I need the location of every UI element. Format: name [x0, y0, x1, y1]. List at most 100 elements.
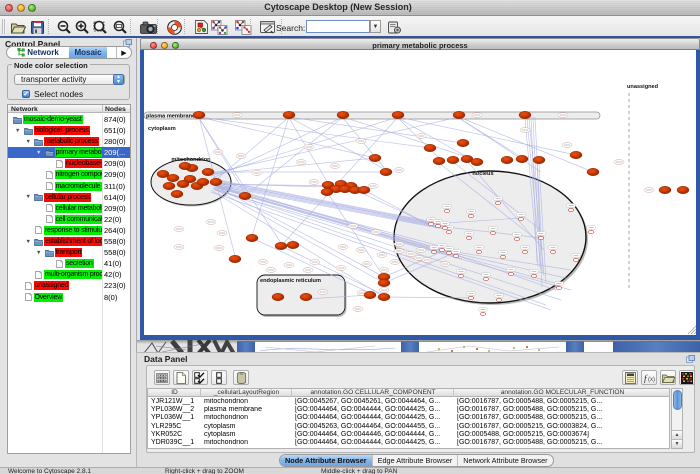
nucleus-mini-node[interactable] — [568, 208, 573, 211]
network-node[interactable] — [321, 188, 333, 195]
network-node[interactable] — [677, 186, 689, 193]
delete-attribute-button[interactable] — [233, 370, 249, 385]
network-canvas[interactable]: plasma membranecytoplasmnucleusmitochond… — [144, 50, 697, 335]
copy-network-view-button[interactable] — [210, 18, 228, 36]
nucleus-mini-node[interactable] — [490, 231, 495, 234]
network-window-titlebar[interactable]: primary metabolic process — [140, 38, 700, 50]
nucleus-mini-node[interactable] — [538, 236, 543, 239]
search-dropdown-button[interactable]: ▼ — [370, 20, 381, 33]
network-tree-row[interactable]: macromolecule metab311(0) — [8, 181, 130, 192]
network-node[interactable] — [210, 178, 222, 185]
tree-expander-icon[interactable]: ▼ — [36, 150, 41, 156]
tab-network-attribute-browser[interactable]: Network Attribute Browser — [458, 455, 552, 466]
network-node[interactable] — [659, 186, 671, 193]
attribute-list-button[interactable] — [622, 370, 638, 385]
select-attributes-button[interactable] — [154, 370, 170, 385]
nucleus-mini-node[interactable] — [588, 230, 593, 233]
network-tree-row[interactable]: nitrogen compound209(0) — [8, 169, 130, 180]
network-node[interactable] — [167, 174, 179, 181]
zoom-in-button[interactable] — [73, 18, 91, 36]
scrollbar-thumb[interactable] — [673, 390, 682, 410]
network-node[interactable] — [197, 178, 209, 185]
select-all-attributes-button[interactable] — [192, 370, 208, 385]
network-node[interactable] — [300, 293, 312, 300]
tree-expander-icon[interactable]: ▼ — [36, 250, 41, 256]
table-row[interactable]: YKR052Ccytoplasm[GO:0044464, GO:0044446,… — [148, 431, 669, 439]
network-node[interactable] — [364, 291, 376, 298]
nucleus-mini-node[interactable] — [431, 250, 436, 253]
network-tree-row[interactable]: mosaic-demo-yeast874(0) — [8, 114, 130, 125]
create-attribute-button[interactable] — [173, 370, 189, 385]
nucleus-mini-node[interactable] — [508, 272, 513, 275]
snapshot-camera-button[interactable] — [139, 18, 157, 36]
network-node[interactable] — [193, 111, 205, 118]
heatmap-button[interactable] — [679, 370, 695, 385]
tab-network[interactable]: Network — [7, 47, 69, 58]
network-tree-row[interactable]: cell communication22(0) — [8, 214, 130, 225]
network-node[interactable] — [501, 156, 513, 163]
scroll-up-icon[interactable]: ▲ — [672, 430, 682, 439]
nucleus-mini-node[interactable] — [458, 274, 463, 277]
import-attributes-button[interactable] — [660, 370, 676, 385]
import-network-button[interactable] — [192, 18, 210, 36]
table-column-header[interactable]: annotation.GO MOLECULAR_FUNCTION — [454, 389, 670, 397]
nucleus-mini-node[interactable] — [522, 250, 527, 253]
nucleus-mini-node[interactable] — [476, 250, 481, 253]
nucleus-mini-node[interactable] — [435, 224, 440, 227]
network-tree-row[interactable]: Overview8(0) — [8, 292, 130, 303]
nucleus-mini-node[interactable] — [556, 286, 561, 289]
table-row[interactable]: YLR295Ccytoplasm[GO:0045263, GO:0044464,… — [148, 423, 669, 431]
nucleus-mini-node[interactable] — [550, 250, 555, 253]
nucleus-mini-node[interactable] — [514, 237, 519, 240]
zoom-selected-button[interactable] — [91, 18, 109, 36]
tree-expander-icon[interactable]: ▼ — [15, 128, 20, 134]
network-node[interactable] — [457, 139, 469, 146]
tab-node-attribute-browser[interactable]: Node Attribute Browser — [280, 455, 373, 466]
network-node[interactable] — [272, 293, 284, 300]
attribute-table[interactable]: ID_cellularLayoutRegionannotation.GO CEL… — [147, 388, 670, 449]
network-node[interactable] — [358, 186, 370, 193]
nucleus-mini-node[interactable] — [480, 312, 485, 315]
table-scrollbar[interactable]: ▲ ▼ — [671, 388, 683, 449]
network-node[interactable] — [229, 255, 241, 262]
network-node[interactable] — [447, 156, 459, 163]
network-node[interactable] — [587, 168, 599, 175]
network-node[interactable] — [453, 111, 465, 118]
table-column-header[interactable]: ID — [148, 389, 201, 397]
network-tree-row[interactable]: multi-organism proc42(0) — [8, 269, 130, 280]
nucleus-mini-node[interactable] — [453, 254, 458, 257]
network-node[interactable] — [163, 182, 175, 189]
nucleus-mini-node[interactable] — [573, 258, 578, 261]
network-node[interactable] — [179, 162, 191, 169]
network-node[interactable] — [378, 293, 390, 300]
tab-overflow-button[interactable]: ▶ — [116, 47, 131, 58]
search-input[interactable] — [306, 20, 370, 33]
network-node[interactable] — [519, 111, 531, 118]
nucleus-mini-node[interactable] — [495, 201, 500, 204]
nucleus-mini-node[interactable] — [466, 236, 471, 239]
table-column-header[interactable]: _cellularLayoutRegion — [201, 389, 292, 397]
table-row[interactable]: YDR039C__1mitochondrion[GO:0044464, GO:0… — [148, 439, 669, 447]
table-column-header[interactable]: annotation.GO CELLULAR_COMPONENT — [292, 389, 454, 397]
network-tree-row[interactable]: ▼primary metabolic process209(... — [8, 147, 130, 158]
function-builder-button[interactable]: f (x) — [641, 370, 657, 385]
network-tree-row[interactable]: ▼cellular process614(0) — [8, 192, 130, 203]
nucleus-mini-node[interactable] — [442, 226, 447, 229]
search-options-button[interactable] — [385, 18, 403, 36]
nucleus-mini-node[interactable] — [468, 214, 473, 217]
network-node[interactable] — [471, 158, 483, 165]
nucleus-mini-node[interactable] — [518, 217, 523, 220]
network-node[interactable] — [516, 155, 528, 162]
nucleus-mini-node[interactable] — [531, 274, 536, 277]
unselect-all-attributes-button[interactable] — [211, 370, 227, 385]
network-node[interactable] — [239, 192, 251, 199]
network-node[interactable] — [533, 156, 545, 163]
zoom-out-button[interactable] — [55, 18, 73, 36]
table-row[interactable]: YJR121W__1mitochondrion[GO:0045267, GO:0… — [148, 398, 669, 406]
network-node[interactable] — [378, 279, 390, 286]
network-tree-row[interactable]: ▼metabolic process280(0) — [8, 136, 130, 147]
network-node[interactable] — [283, 111, 295, 118]
tree-expander-icon[interactable]: ▼ — [26, 139, 31, 145]
tab-mosaic[interactable]: Mosaic — [69, 47, 107, 58]
help-lifering-button[interactable] — [165, 18, 183, 36]
